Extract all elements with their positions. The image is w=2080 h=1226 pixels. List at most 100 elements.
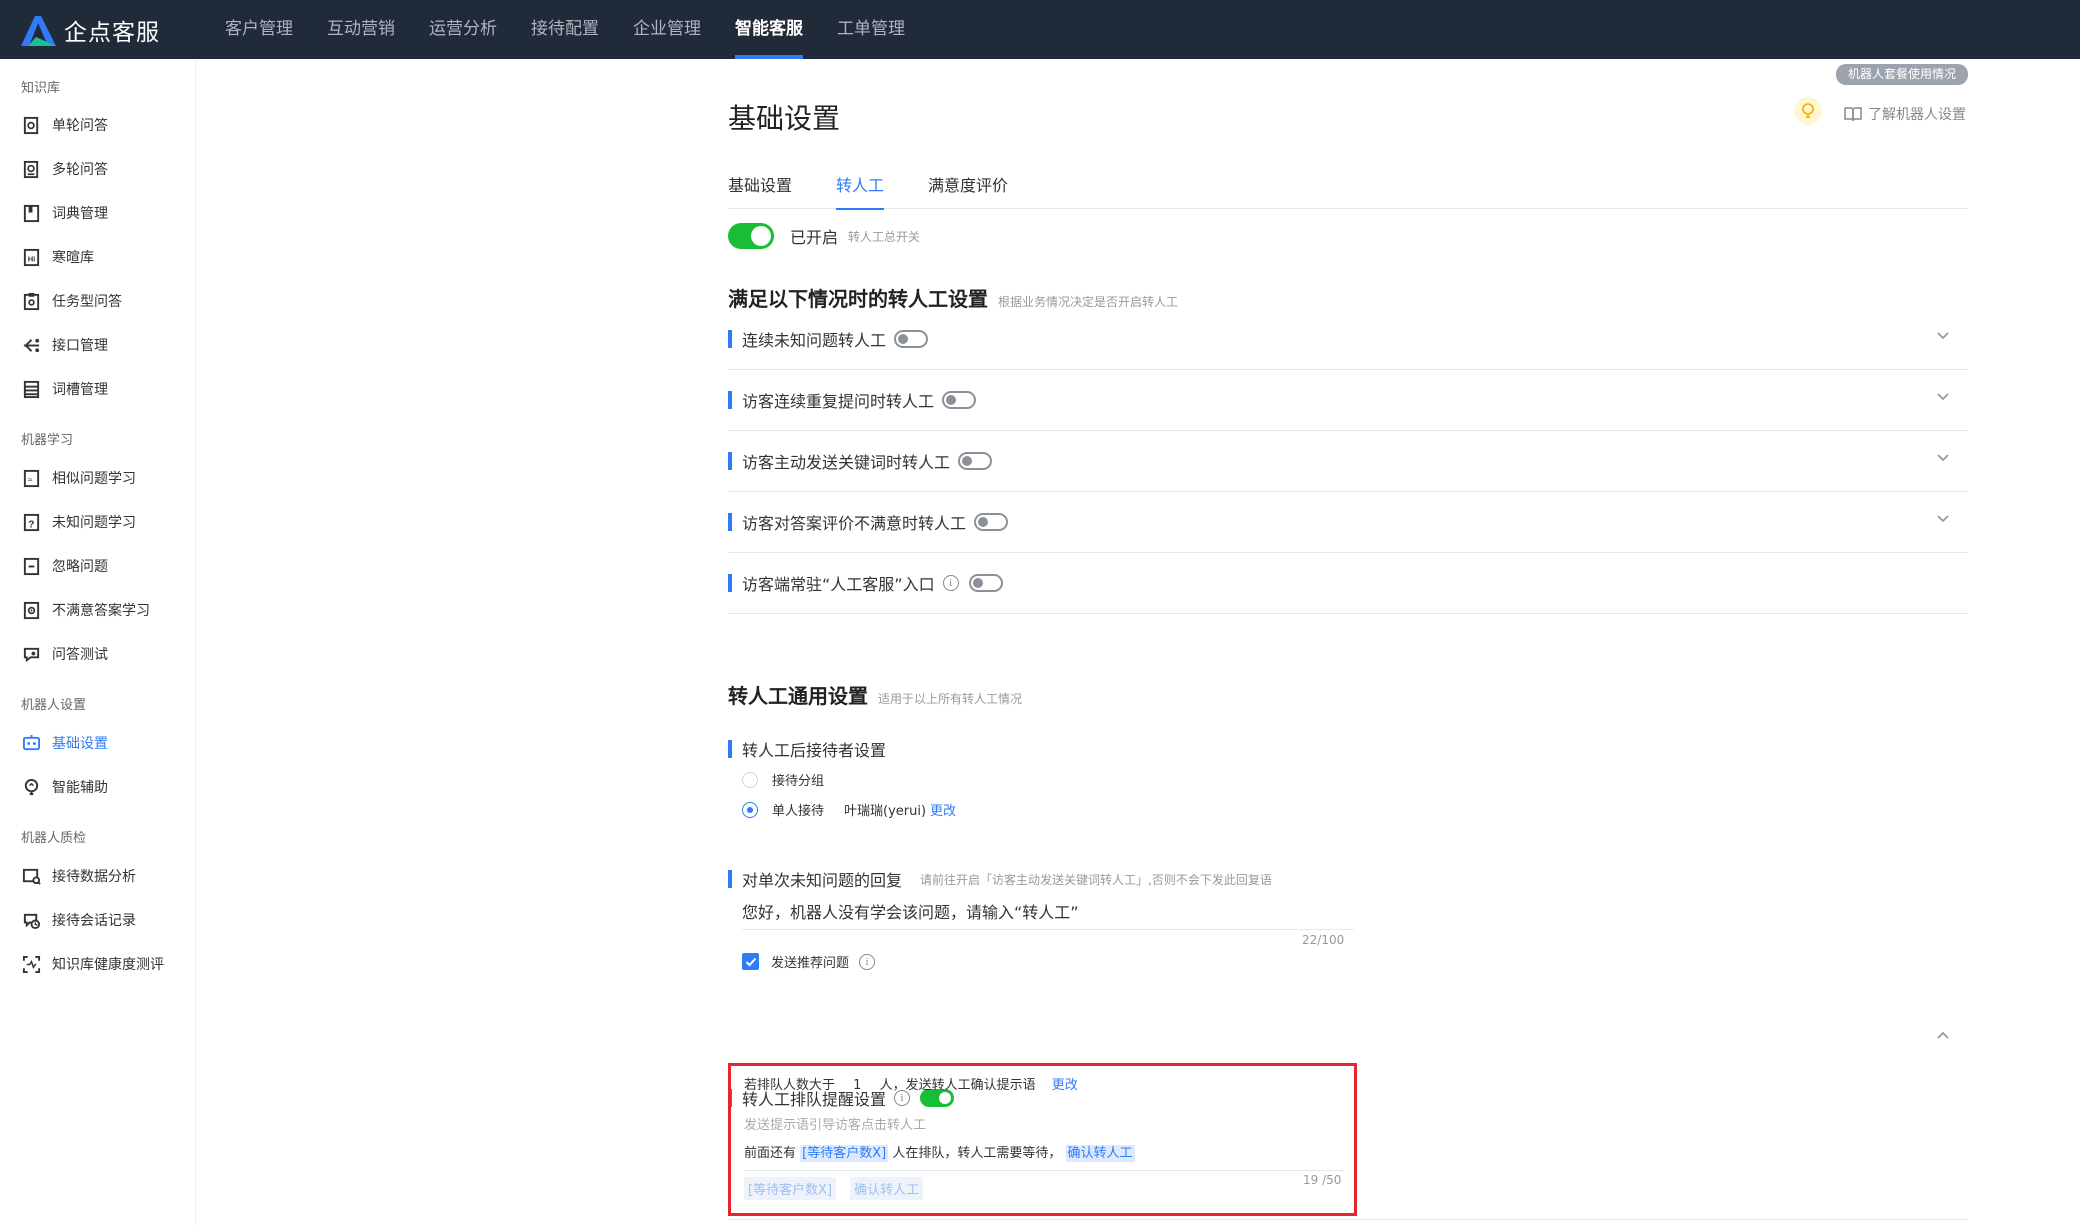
rule-row[interactable]: 访客对答案评价不满意时转人工: [728, 492, 1968, 553]
nav-ticket[interactable]: 工单管理: [820, 0, 922, 59]
sidebar-item-label: 寒暄库: [52, 250, 94, 266]
threshold-suffix: 人，发送转人工确认提示语: [879, 1078, 1036, 1093]
book-icon: [1844, 107, 1862, 122]
threshold-value[interactable]: 1: [853, 1078, 861, 1093]
insert-waiting-count-chip[interactable]: [等待客户数X]: [744, 1177, 837, 1200]
sidebar-item-label: 接待数据分析: [52, 869, 136, 885]
sidebar-item-ignore[interactable]: 忽略问题: [0, 546, 195, 586]
rule-row[interactable]: 访客端常驻“人工客服”入口 i: [728, 553, 1968, 614]
sidebar-item-slot[interactable]: 词槽管理: [0, 369, 195, 409]
main-nav: 客户管理 互动营销 运营分析 接待配置 企业管理 智能客服 工单管理: [208, 0, 922, 59]
master-toggle[interactable]: [728, 223, 774, 249]
radio-button[interactable]: [742, 801, 758, 818]
analysis-icon: [21, 866, 41, 886]
sidebar-item-record[interactable]: 接待会话记录: [0, 900, 195, 940]
confirm-transfer-variable: 确认转人工: [1065, 1145, 1135, 1162]
change-agent-link[interactable]: 更改: [930, 800, 956, 819]
sidebar: 知识库 单轮问答 多轮问答 词典管理 Hi 寒暄库 任务型问答 接口管理 词槽管…: [0, 59, 196, 1226]
checkbox-checked[interactable]: [742, 953, 759, 970]
rule-toggle[interactable]: [942, 391, 977, 409]
page-title: 基础设置: [728, 102, 841, 135]
learn-robot-settings-link[interactable]: 了解机器人设置: [1844, 104, 1966, 124]
sidebar-item-similar[interactable]: ≈ 相似问题学习: [0, 458, 195, 498]
rule-toggle[interactable]: [974, 513, 1009, 531]
svg-text:Hi: Hi: [27, 254, 35, 263]
tab-satisfaction[interactable]: 满意度评价: [928, 169, 1008, 209]
insert-confirm-transfer-chip[interactable]: 确认转人工: [850, 1177, 924, 1200]
sidebar-item-multi-qa[interactable]: 多轮问答: [0, 149, 195, 189]
sidebar-item-analysis[interactable]: 接待数据分析: [0, 856, 195, 896]
radio-button[interactable]: [742, 771, 758, 788]
rule-row[interactable]: 访客主动发送关键词时转人工: [728, 431, 1968, 492]
chevron-down-icon[interactable]: [1936, 392, 1950, 402]
sidebar-item-basic-settings[interactable]: 基础设置: [0, 723, 195, 763]
usage-badge[interactable]: 机器人套餐使用情况: [1836, 64, 1969, 85]
nav-customer[interactable]: 客户管理: [208, 0, 310, 59]
chevron-down-icon[interactable]: [1936, 514, 1950, 524]
sidebar-group-knowledge: 知识库: [21, 81, 61, 96]
queue-message-editor[interactable]: 前面还有 [等待客户数X] 人在排队，转人工需要等待， 确认转人工: [744, 1142, 1135, 1162]
lightbulb-icon[interactable]: [1794, 97, 1822, 125]
accent-bar: [728, 574, 732, 592]
unknown-icon: ?: [21, 512, 41, 532]
sidebar-item-dictionary[interactable]: 词典管理: [0, 193, 195, 233]
settings-tabs: 基础设置 转人工 满意度评价: [728, 169, 1968, 210]
unknown-reply-input[interactable]: 您好，机器人没有学会该问题，请输入“转人工”: [742, 899, 1079, 923]
rule-toggle[interactable]: [894, 330, 929, 348]
queue-reminder-highlight-box: 若排队人数大于 1 人，发送转人工确认提示语 更改 发送提示语引导访客点击转人工…: [728, 1063, 1357, 1216]
sidebar-item-label: 未知问题学习: [52, 515, 136, 531]
threshold-prefix: 若排队人数大于: [744, 1078, 836, 1093]
info-icon[interactable]: i: [942, 575, 959, 591]
tab-transfer-human[interactable]: 转人工: [836, 169, 885, 210]
health-icon: [21, 954, 41, 974]
accent-bar: [728, 330, 732, 348]
section-general-title: 转人工通用设置 适用于以上所有转人工情况: [728, 680, 1022, 709]
rule-toggle[interactable]: [968, 574, 1003, 592]
rule-label: 访客连续重复提问时转人工: [742, 392, 935, 411]
chevron-down-icon[interactable]: [1936, 331, 1950, 341]
sidebar-item-unsatisfied[interactable]: 不满意答案学习: [0, 590, 195, 630]
variable-chips: [等待客户数X] 确认转人工: [744, 1177, 937, 1200]
info-icon[interactable]: i: [859, 953, 876, 970]
sidebar-item-unknown[interactable]: ? 未知问题学习: [0, 502, 195, 542]
sidebar-item-api[interactable]: 接口管理: [0, 325, 195, 365]
radio-reception-group[interactable]: 接待分组: [742, 770, 824, 789]
send-recommend-checkbox-row[interactable]: 发送推荐问题 i: [742, 952, 885, 971]
sidebar-item-label: 单轮问答: [52, 118, 108, 134]
chevron-down-icon[interactable]: [1936, 453, 1950, 463]
selected-agent: 叶瑞瑞(yerui): [844, 804, 927, 819]
logo[interactable]: 企点客服: [18, 13, 208, 47]
learn-link-label: 了解机器人设置: [1868, 107, 1966, 123]
nav-analytics[interactable]: 运营分析: [412, 0, 514, 59]
nav-marketing[interactable]: 互动营销: [310, 0, 412, 59]
sidebar-item-assist[interactable]: 智能辅助: [0, 767, 195, 807]
change-threshold-link[interactable]: 更改: [1052, 1078, 1078, 1093]
tab-basic-settings[interactable]: 基础设置: [728, 169, 792, 209]
reply-char-counter: 22/100: [1302, 933, 1345, 947]
waiting-count-variable: [等待客户数X]: [800, 1145, 889, 1162]
nav-reception[interactable]: 接待配置: [514, 0, 616, 59]
sidebar-item-chitchat[interactable]: Hi 寒暄库: [0, 237, 195, 277]
robot-icon: [21, 733, 41, 753]
top-navbar: 企点客服 客户管理 互动营销 运营分析 接待配置 企业管理 智能客服 工单管理: [0, 0, 2080, 59]
sidebar-item-health[interactable]: 知识库健康度测评: [0, 944, 195, 984]
rule-toggle[interactable]: [958, 452, 993, 470]
chevron-up-icon[interactable]: [1936, 1030, 1950, 1040]
nav-smart-service[interactable]: 智能客服: [718, 0, 820, 59]
task-qa-icon: [21, 291, 41, 311]
radio-single-reception[interactable]: 单人接待 叶瑞瑞(yerui) 更改: [742, 800, 956, 819]
test-icon: [21, 644, 41, 664]
nav-enterprise[interactable]: 企业管理: [616, 0, 718, 59]
sidebar-item-label: 相似问题学习: [52, 471, 136, 487]
rule-label: 访客对答案评价不满意时转人工: [742, 514, 967, 533]
sidebar-item-single-qa[interactable]: 单轮问答: [0, 105, 195, 145]
unknown-reply-head: 对单次未知问题的回复 请前往开启「访客主动发送关键词转人工」,否则不会下发此回复…: [728, 867, 1272, 891]
sidebar-item-test[interactable]: 问答测试: [0, 634, 195, 674]
sidebar-item-task-qa[interactable]: 任务型问答: [0, 281, 195, 321]
rule-row[interactable]: 访客连续重复提问时转人工: [728, 370, 1968, 431]
unknown-reply-hint: 请前往开启「访客主动发送关键词转人工」,否则不会下发此回复语: [920, 872, 1272, 887]
checkbox-label: 发送推荐问题: [771, 956, 850, 971]
input-underline: [744, 1170, 1344, 1171]
rule-row[interactable]: 连续未知问题转人工: [728, 309, 1968, 370]
section-title-hint: 适用于以上所有转人工情况: [878, 692, 1023, 706]
